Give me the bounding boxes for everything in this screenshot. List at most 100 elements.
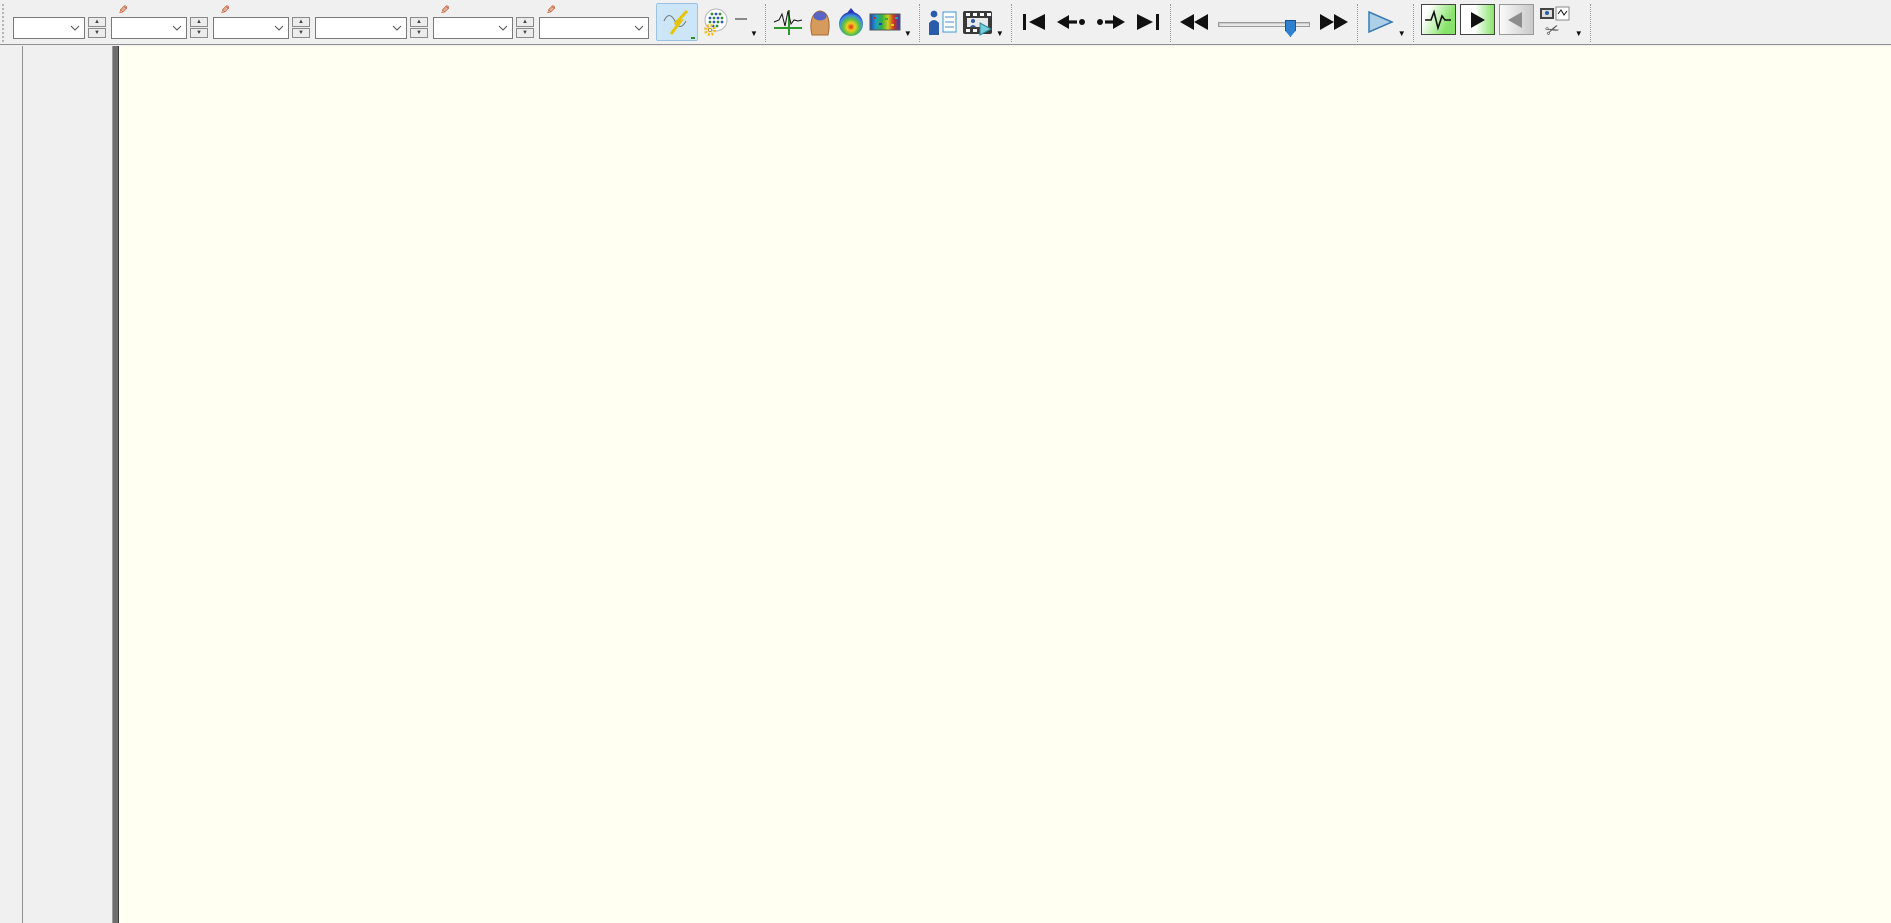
speed-slider[interactable] [1217,4,1310,37]
datetime-dropdown-icon[interactable]: ▼ [750,29,758,38]
tc-select[interactable] [111,17,187,39]
clip-video-button[interactable]: ✂ [1537,3,1573,41]
eeg-display-area [0,46,1891,923]
pattern-select[interactable] [315,17,407,39]
label-divider-line [22,46,23,923]
arrow-left-dot-icon [1056,15,1085,29]
video-dropdown-icon[interactable]: ▼ [996,29,1004,38]
spin-up-icon[interactable]: ▲ [516,17,534,27]
edit-pencil-icon[interactable]: ✎ [118,3,128,17]
spin-up-icon[interactable]: ▲ [292,17,310,27]
hf-combo: ✎ ▲ ▼ [213,2,310,39]
separator [764,4,766,42]
spin-down-icon[interactable]: ▼ [410,28,428,38]
green-waveform-icon [1425,8,1452,31]
play-backward-page-button[interactable] [1498,4,1534,35]
chevron-down-icon [392,25,402,31]
video-playback-button[interactable] [961,3,994,41]
edit-pencil-icon[interactable]: ✎ [546,3,556,17]
notch-50hz-badge [691,37,695,39]
spin-down-icon[interactable]: ▼ [190,28,208,38]
pattern-combo: ▲ ▼ [315,2,428,39]
film-scissors-icon: ✂ [1539,6,1570,38]
video-film-icon [962,10,992,36]
patient-info-icon [928,10,957,35]
cursor-measure-button[interactable] [772,3,804,41]
disp-length-combo: ✎ ▲ ▼ [433,2,534,39]
clip-dropdown-icon[interactable]: ▼ [1575,29,1583,38]
hf-select[interactable] [213,17,289,39]
separator [1412,4,1414,42]
edit-pencil-icon[interactable]: ✎ [220,3,230,17]
favorite-select[interactable] [539,17,649,39]
spin-down-icon[interactable]: ▼ [516,28,534,38]
eeg-plot[interactable] [119,46,1891,923]
chevron-down-icon [172,25,182,31]
skip-to-end-button[interactable] [1132,3,1164,41]
rewind-icon [1179,14,1208,30]
main-toolbar: ▲ ▼ ✎ ▲ ▼ ✎ ▲ ▼ ▲ ▼ ✎ ▲ ▼ ✎ ▼ ▼ ▼ ▼ ✂ ▼ [0,0,1891,45]
sens-select[interactable] [13,17,85,39]
spectrogram-icon [869,13,901,31]
waveform-cross-icon [773,9,803,35]
notch-filter-icon [663,9,689,35]
fast-forward-button[interactable] [1315,3,1351,41]
channel-labels [0,46,112,923]
sens-spinner[interactable]: ▲ ▼ [88,17,106,38]
hf-spinner[interactable]: ▲ ▼ [292,17,310,38]
favorite-combo: ✎ [539,2,649,39]
edit-pencil-icon[interactable]: ✎ [440,3,450,17]
separator [1010,4,1012,42]
tc-combo: ✎ ▲ ▼ [111,2,208,39]
topo-map-icon [838,7,863,36]
skip-end-icon [1136,14,1159,30]
spin-up-icon[interactable]: ▲ [190,17,208,27]
step-forward-button[interactable] [1092,3,1130,41]
tc-spinner[interactable]: ▲ ▼ [190,17,208,38]
dot-arrow-right-icon [1096,15,1125,29]
topo-map-button[interactable] [836,3,866,41]
play-dropdown-icon[interactable]: ▼ [1398,29,1406,38]
montage-settings-button[interactable] [700,3,732,41]
rewind-button[interactable] [1177,3,1213,41]
chevron-down-icon [498,25,508,31]
green-play-icon [1471,11,1486,28]
views-dropdown-icon[interactable]: ▼ [904,29,912,38]
play-button[interactable] [1364,3,1396,41]
separator [918,4,920,42]
review-waveform-button[interactable] [1420,4,1456,35]
chevron-down-icon [274,25,284,31]
skip-start-icon [1022,14,1045,30]
skip-to-start-button[interactable] [1018,3,1050,41]
slider-thumb[interactable] [1284,20,1296,37]
gray-play-back-icon [1508,11,1523,28]
sens-combo: ▲ ▼ [13,2,106,39]
spin-up-icon[interactable]: ▲ [88,17,106,27]
separator [1589,4,1591,42]
datetime-block [735,2,747,20]
head-3d-view-button[interactable] [806,3,834,41]
spin-down-icon[interactable]: ▼ [292,28,310,38]
notch-filter-button[interactable] [656,3,698,41]
slider-track[interactable] [1217,22,1310,27]
separator [1169,4,1171,42]
separator [1356,4,1358,42]
head-3d-icon [810,9,830,35]
toolbar-grip [2,4,7,42]
spin-up-icon[interactable]: ▲ [410,17,428,27]
step-back-button[interactable] [1052,3,1090,41]
dsa-spectrogram-button[interactable] [868,3,902,41]
current-time [735,18,747,20]
svg-text:✂: ✂ [1543,19,1563,38]
spin-down-icon[interactable]: ▼ [88,28,106,38]
pattern-spinner[interactable]: ▲ ▼ [410,17,428,38]
patient-info-button[interactable] [926,3,959,41]
chevron-down-icon [70,25,80,31]
disp-length-select[interactable] [433,17,513,39]
plot-left-divider [112,46,119,923]
disp-length-spinner[interactable]: ▲ ▼ [516,17,534,38]
electrode-map-gear-icon [704,8,728,36]
chevron-down-icon [634,25,644,31]
play-outline-icon [1368,10,1394,34]
play-forward-page-button[interactable] [1459,4,1495,35]
